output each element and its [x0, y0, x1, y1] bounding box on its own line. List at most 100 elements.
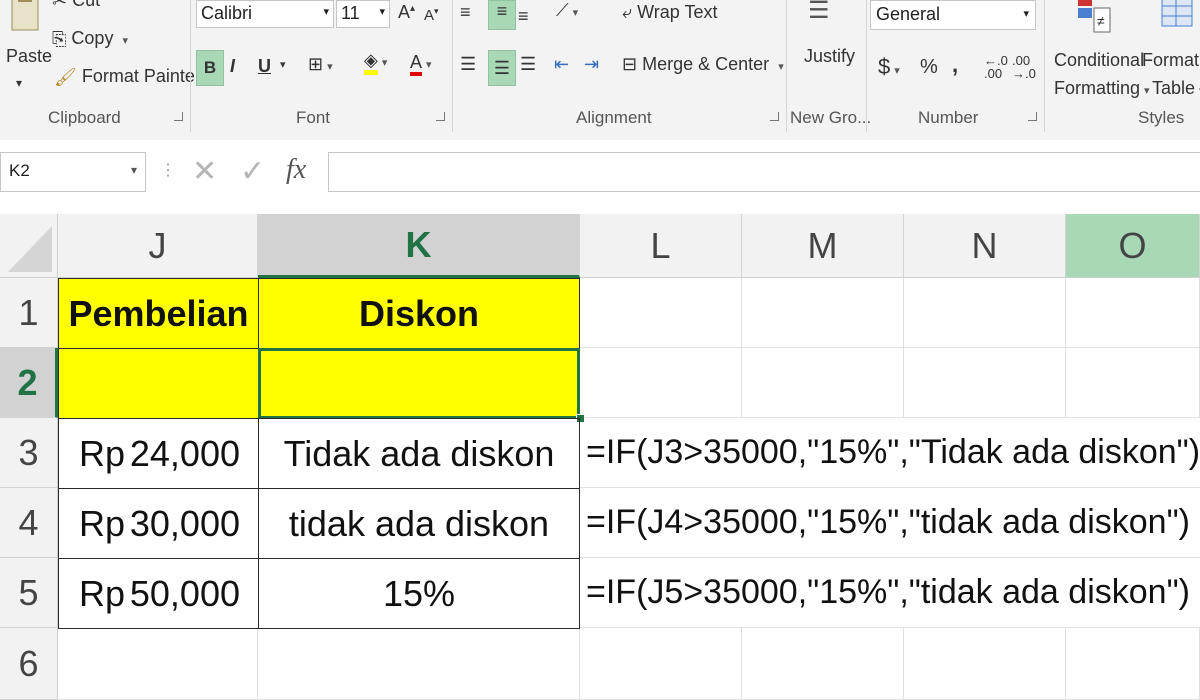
percent-style-button[interactable]: %	[920, 56, 938, 79]
italic-button[interactable]: I	[230, 56, 235, 77]
format-as-table-button[interactable]: Format a Table▾	[1142, 46, 1200, 105]
cell-l1[interactable]	[580, 278, 742, 348]
format-painter-button[interactable]: 🖌 Format Painter	[54, 66, 201, 88]
conditional-formatting-label-line2: Formatting	[1054, 78, 1141, 98]
number-format-select[interactable]: General ▾	[870, 0, 1036, 30]
select-all-button[interactable]	[0, 214, 58, 278]
cell-o6[interactable]	[1066, 628, 1200, 700]
borders-button[interactable]: ⊞ ▾	[308, 54, 333, 75]
cell-n6[interactable]	[904, 628, 1066, 700]
cell-l6[interactable]	[580, 628, 742, 700]
select-all-triangle-icon	[8, 226, 52, 272]
format-painter-label: Format Painter	[81, 66, 201, 86]
cut-button[interactable]: ✂ Cut	[52, 0, 100, 12]
decrease-decimal-icon[interactable]: .00 →.0	[1012, 54, 1036, 80]
column-header-n[interactable]: N	[904, 214, 1066, 278]
align-left-icon[interactable]: ☰	[460, 54, 476, 75]
cell-k5[interactable]: 15%	[258, 558, 580, 629]
cell-l3-formula-text[interactable]: =IF(J3>35000,"15%","Tidak ada diskon")	[580, 418, 1200, 488]
font-name-select[interactable]: Calibri ▾	[196, 0, 334, 28]
cell-l2[interactable]	[580, 348, 742, 418]
group-divider	[1044, 0, 1045, 132]
decrease-indent-icon[interactable]: ⇤	[554, 54, 569, 75]
increase-font-size-icon[interactable]: A▴	[398, 2, 415, 23]
cell-l4-formula-text[interactable]: =IF(J4>35000,"15%","tidak ada diskon")	[580, 488, 1200, 558]
cell-l5-formula-text[interactable]: =IF(J5>35000,"15%","tidak ada diskon")	[580, 558, 1200, 628]
underline-button[interactable]: U	[258, 56, 271, 77]
cut-label: Cut	[72, 0, 101, 10]
merge-center-button[interactable]: ⊟ Merge & Center ▾	[622, 54, 784, 75]
cell-m2[interactable]	[742, 348, 904, 418]
cell-j5[interactable]: Rp 50,000	[58, 558, 259, 629]
accounting-format-button[interactable]: $ ▾	[878, 54, 900, 80]
cell-k1[interactable]: Diskon	[258, 278, 580, 349]
row-header-6[interactable]: 6	[0, 628, 58, 700]
number-dialog-launcher-icon[interactable]	[1028, 112, 1037, 121]
align-center-icon[interactable]: ☰	[488, 50, 516, 86]
enter-checkmark-icon[interactable]: ✓	[240, 154, 265, 189]
styles-group-label: Styles	[1138, 108, 1185, 127]
conditional-formatting-button[interactable]: Conditional Formatting ▾	[1054, 46, 1150, 105]
cell-n2[interactable]	[904, 348, 1066, 418]
paste-icon[interactable]	[4, 0, 44, 40]
align-top-icon[interactable]: ≡	[460, 2, 471, 23]
row-header-4[interactable]: 4	[0, 488, 58, 558]
cell-j1[interactable]: Pembelian	[58, 278, 259, 349]
underline-dropdown-chevron-down-icon[interactable]: ▾	[280, 58, 286, 71]
cell-j6[interactable]	[58, 628, 258, 700]
orientation-icon[interactable]: ⟋ ▾	[556, 0, 578, 21]
cell-k2-selected[interactable]	[258, 348, 580, 419]
cell-j4[interactable]: Rp 30,000	[58, 488, 259, 559]
clipboard-dialog-launcher-icon[interactable]	[174, 112, 183, 121]
row-header-5[interactable]: 5	[0, 558, 58, 628]
paste-button[interactable]: Paste	[6, 46, 52, 67]
column-header-l[interactable]: L	[580, 214, 742, 278]
align-middle-icon[interactable]: ≡	[488, 0, 516, 30]
font-size-select[interactable]: 11 ▾	[336, 0, 390, 28]
justify-button[interactable]: Justify	[804, 46, 855, 67]
chevron-down-icon: ▾	[381, 57, 388, 69]
column-header-m[interactable]: M	[742, 214, 904, 278]
name-box[interactable]: K2 ▾	[0, 152, 146, 192]
wrap-text-button[interactable]: ⤶ Wrap Text	[622, 2, 717, 23]
column-header-j[interactable]: J	[58, 214, 258, 278]
align-bottom-icon[interactable]: ≡	[518, 6, 529, 27]
more-options-icon[interactable]: ⋮	[160, 160, 176, 180]
font-dialog-launcher-icon[interactable]	[436, 112, 445, 121]
amount-value: 24,000	[129, 432, 240, 474]
decrease-font-size-icon[interactable]: A▾	[424, 6, 439, 24]
column-header-k[interactable]: K	[258, 214, 580, 278]
increase-decimal-icon[interactable]: ←.0.00	[984, 54, 1008, 80]
bold-button[interactable]: B	[196, 50, 224, 86]
cell-j3[interactable]: Rp 24,000	[58, 418, 259, 489]
cell-n1[interactable]	[904, 278, 1066, 348]
formula-bar: K2 ▾ ⋮ ✕ ✓ fx	[0, 140, 1200, 215]
ribbon: Paste ▾ ✂ Cut ⎘ Copy ▾ 🖌 Format Painter …	[0, 0, 1200, 141]
column-header-o[interactable]: O	[1066, 214, 1200, 278]
align-right-icon[interactable]: ☰	[520, 54, 536, 75]
cell-m1[interactable]	[742, 278, 904, 348]
name-box-value: K2	[9, 161, 30, 180]
formula-input[interactable]	[328, 152, 1200, 192]
cell-k6[interactable]	[258, 628, 580, 700]
cell-k3[interactable]: Tidak ada diskon	[258, 418, 580, 489]
row-header-1[interactable]: 1	[0, 278, 58, 348]
font-color-button[interactable]: A ▾	[410, 52, 432, 76]
paste-dropdown-chevron-down-icon[interactable]: ▾	[16, 76, 22, 90]
row-header-2[interactable]: 2	[0, 348, 58, 418]
row-header-3[interactable]: 3	[0, 418, 58, 488]
increase-indent-icon[interactable]: ⇥	[584, 54, 599, 75]
alignment-dialog-launcher-icon[interactable]	[770, 112, 779, 121]
cell-o2[interactable]	[1066, 348, 1200, 418]
cell-k4[interactable]: tidak ada diskon	[258, 488, 580, 559]
copy-button[interactable]: ⎘ Copy ▾	[52, 28, 128, 50]
insert-function-button[interactable]: fx	[286, 154, 306, 186]
fill-color-button[interactable]: ◈ ▾	[364, 50, 388, 75]
cancel-icon[interactable]: ✕	[192, 154, 217, 189]
number-format-value: General	[876, 4, 941, 24]
cell-o1[interactable]	[1066, 278, 1200, 348]
comma-style-button[interactable]: ,	[952, 52, 958, 78]
group-divider	[866, 0, 867, 132]
cell-m6[interactable]	[742, 628, 904, 700]
cell-j2[interactable]	[58, 348, 259, 419]
